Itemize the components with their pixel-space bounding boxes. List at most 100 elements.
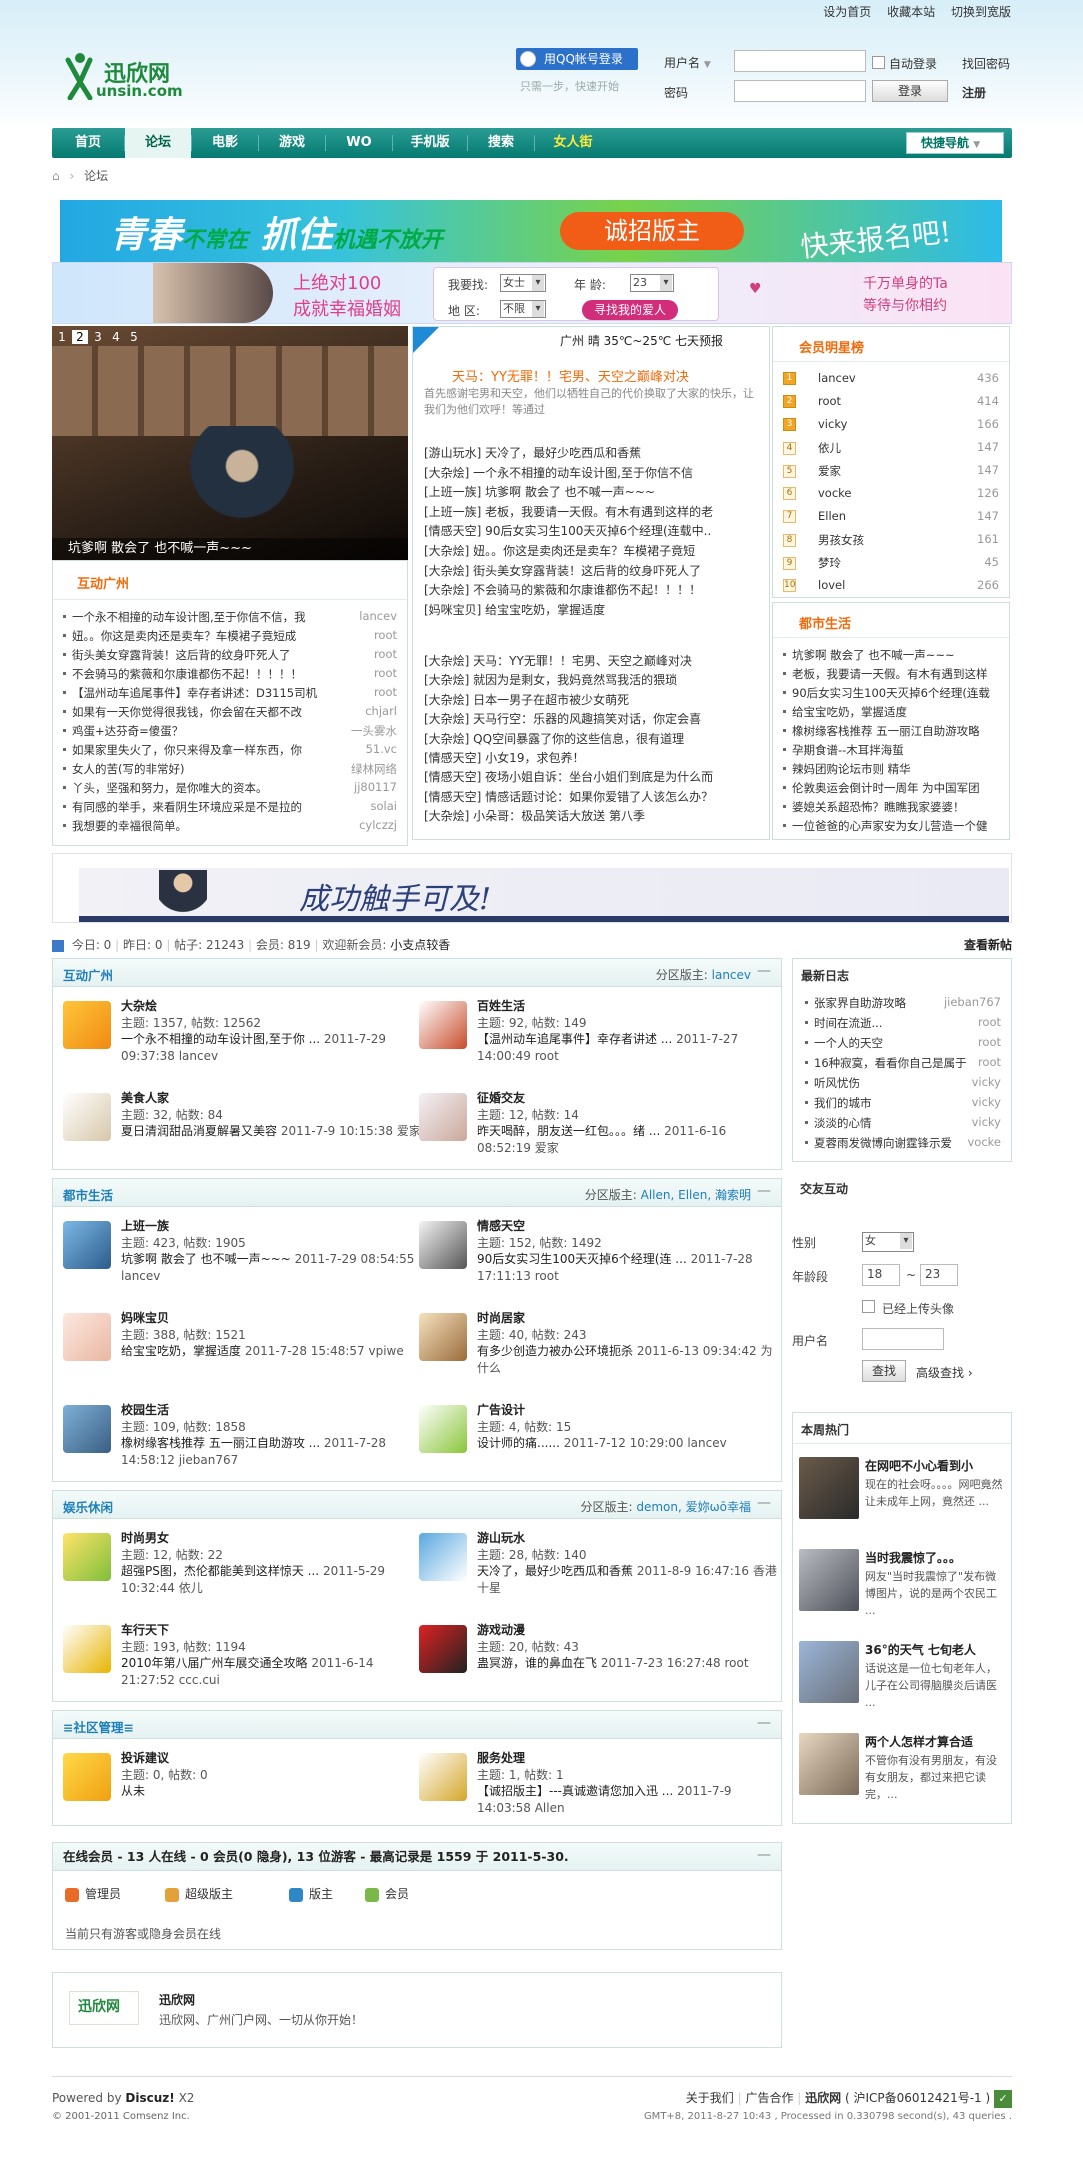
blog-item-title[interactable]: 时间在流逝... <box>814 1016 882 1030</box>
moderators-names[interactable]: lancev <box>712 968 751 982</box>
username-input[interactable] <box>734 50 866 72</box>
news-item[interactable]: [大杂烩] 天马：YY无罪！！宅男、天空之巅峰对决 <box>424 652 764 669</box>
rank-row[interactable]: 2 root 414 <box>783 394 999 408</box>
list-item[interactable]: 妞。。你这是卖肉还是卖车？车模裙子竟短成 root <box>63 628 397 644</box>
hot-item-title[interactable]: 当时我震惊了。。。 <box>865 1549 961 1566</box>
chevron-down-icon[interactable]: ▼ <box>704 60 711 70</box>
section-header[interactable]: 娱乐休闲 分区版主: demon, 爱妳ωō幸福 — <box>53 1491 781 1519</box>
list-item-title[interactable]: 如果家里失火了，你只来得及拿一样东西，你 <box>72 743 302 757</box>
news-item[interactable]: [情感天空] 夜场小姐自诉：坐台小姐们到底是为什么而 <box>424 768 764 785</box>
list-item[interactable]: 鸡蛋+达芬奇=傻蛋？ 一头雾水 <box>63 723 397 739</box>
blog-item-title[interactable]: 张家界自助游攻略 <box>814 996 906 1010</box>
section-header[interactable]: 互动广州 分区版主: lancev — <box>53 959 781 987</box>
list-item-author[interactable]: solai <box>371 799 397 813</box>
news-item[interactable]: [大杂烩] 就因为是剩女，我妈竟然骂我活的猥琐 <box>424 671 764 688</box>
forum-name[interactable]: 妈咪宝贝 <box>121 1309 169 1326</box>
list-item-title[interactable]: 婆媳关系超恐怖？瞧瞧我家婆婆！ <box>792 800 965 814</box>
list-item-author[interactable]: cylczzj <box>359 818 397 832</box>
news-item[interactable]: [大杂烩] 小朵哥：极品笑话大放送 第八季 <box>424 807 764 824</box>
area-select[interactable]: 不限 <box>500 300 546 318</box>
news-item[interactable]: [情感天空] 小女19，求包养！ <box>424 749 764 766</box>
last-post-title[interactable]: 天冷了，最好少吃西瓜和香蕉 <box>477 1564 633 1578</box>
list-item-title[interactable]: 不会骑马的紫薇和尔康谁都伤不起！！！！！ <box>72 667 302 681</box>
autologin-checkbox[interactable] <box>872 56 885 69</box>
list-item-title[interactable]: 有同感的举手，来看阴生环境应采是不是拉的 <box>72 800 302 814</box>
collapse-icon[interactable]: — <box>757 1183 771 1199</box>
list-item-title[interactable]: 丫头，坚强和努力，是你唯大的资本。 <box>72 781 268 795</box>
slide-caption[interactable]: 坑爹啊 散会了 也不喊一声~~~ <box>52 538 408 560</box>
list-item-title[interactable]: 如果有一天你觉得很我钱，你会留在天都不改 <box>72 705 302 719</box>
forum-icon[interactable] <box>419 1093 467 1141</box>
news-item[interactable]: [大杂烩] 天马行空：乐器的风趣搞笑对话，你定会喜 <box>424 710 764 727</box>
forum-name[interactable]: 时尚男女 <box>121 1529 169 1546</box>
rank-member-name[interactable]: 爱家 <box>818 464 841 478</box>
rank-member-name[interactable]: vocke <box>818 486 852 500</box>
rank-row[interactable]: 5 爱家 147 <box>783 463 999 479</box>
forum-icon[interactable] <box>419 1405 467 1453</box>
last-post-title[interactable]: 橡树缘客栈推荐 五一丽江自助游攻 ... <box>121 1436 320 1450</box>
hot-item-image[interactable] <box>799 1733 859 1795</box>
section-title[interactable]: 娱乐休闲 <box>63 1497 113 1516</box>
badge-icon[interactable]: ✓ <box>994 2089 1012 2108</box>
forum-name[interactable]: 投诉建议 <box>121 1749 169 1766</box>
list-item[interactable]: 如果家里失火了，你只来得及拿一样东西，你 51.vc <box>63 742 397 758</box>
forum-icon[interactable] <box>63 1405 111 1453</box>
list-item-author[interactable]: 51.vc <box>366 742 397 756</box>
wide-layout-link[interactable]: 切换到宽版 <box>951 5 1011 19</box>
weather[interactable]: 广州 晴 35℃~25℃ 七天预报 <box>560 332 723 349</box>
list-item-title[interactable]: 女人的苦(写的非常好) <box>72 762 184 776</box>
list-item[interactable]: 老板，我要请一天假。有木有遇到这样 <box>783 666 1001 682</box>
nav-wo[interactable]: WO <box>326 128 392 158</box>
hot-item-image[interactable] <box>799 1549 859 1611</box>
list-item[interactable]: 橡树缘客栈推荐 五一丽江自助游攻略 <box>783 723 1001 739</box>
last-post-title[interactable]: 夏日清润甜品消夏解暑又美容 <box>121 1124 277 1138</box>
list-item-author[interactable]: root <box>374 666 397 680</box>
about-link[interactable]: 关于我们 <box>686 2091 734 2105</box>
news-item[interactable]: [游山玩水] 天冷了，最好少吃西瓜和香蕉 <box>424 444 764 461</box>
bookmark-link[interactable]: 收藏本站 <box>887 5 935 19</box>
forum-name[interactable]: 广告设计 <box>477 1401 525 1418</box>
news-item[interactable]: [上班一族] 老板，我要请一天假。有木有遇到这样的老 <box>424 503 764 520</box>
list-item[interactable]: 街头美女穿露背装！这后背的纹身吓死人了 root <box>63 647 397 663</box>
forum-name[interactable]: 百姓生活 <box>477 997 525 1014</box>
list-item-title[interactable]: 我想要的幸福很简单。 <box>72 819 187 833</box>
list-item[interactable]: 女人的苦(写的非常好) 绿林网络 <box>63 761 397 777</box>
home-icon[interactable]: ⌂ <box>52 169 60 183</box>
news-item[interactable]: [上班一族] 坑爹啊 散会了 也不喊一声~~~ <box>424 483 764 500</box>
slide-dot-1[interactable]: 1 <box>54 330 70 344</box>
friend-name[interactable]: 迅欣网 <box>159 1991 195 2008</box>
slide-dot-2[interactable]: 2 <box>72 330 88 344</box>
hot-item-title[interactable]: 36°的天气 七旬老人 <box>865 1641 976 1658</box>
rank-row[interactable]: 1 lancev 436 <box>783 371 999 385</box>
rank-member-name[interactable]: 梦玲 <box>818 556 841 570</box>
forum-name[interactable]: 上班一族 <box>121 1217 169 1234</box>
last-post-title[interactable]: 从未 <box>121 1784 145 1798</box>
forum-name[interactable]: 大杂烩 <box>121 997 157 1014</box>
hot-item[interactable]: 两个人怎样才算合适 不管你有没有男朋友，有没有女朋友，都过来把它读完，... <box>799 1733 1009 1801</box>
slide-dot-5[interactable]: 5 <box>126 330 142 344</box>
icp-link[interactable]: ( 沪ICP备06012421号-1 ) <box>845 2091 990 2105</box>
nav-movie[interactable]: 电影 <box>192 128 258 158</box>
section-title[interactable]: 都市生活 <box>63 1185 113 1204</box>
collapse-icon[interactable]: — <box>757 1847 771 1863</box>
news-item[interactable]: [大杂烩] 日本一男子在超市被少女萌死 <box>424 691 764 708</box>
news-item[interactable]: [大杂烩] 妞。。你这是卖肉还是卖车？车模裙子竟短 <box>424 542 764 559</box>
nav-game[interactable]: 游戏 <box>259 128 325 158</box>
blog-item-author[interactable]: root <box>978 1035 1001 1049</box>
forum-name[interactable]: 游戏动漫 <box>477 1621 525 1638</box>
nav-home[interactable]: 首页 <box>52 128 124 158</box>
list-item[interactable]: 一个永不相撞的动车设计图,至于你信不信，我 lancev <box>63 609 397 625</box>
rank-row[interactable]: 7 Ellen 147 <box>783 509 999 523</box>
forum-name[interactable]: 征婚交友 <box>477 1089 525 1106</box>
section-header[interactable]: ≡社区管理≡ — <box>53 1711 781 1739</box>
news-item[interactable]: [大杂烩] QQ空间暴露了你的这些信息，很有道理 <box>424 730 764 747</box>
blog-item-author[interactable]: vicky <box>972 1115 1001 1129</box>
forum-icon[interactable] <box>419 1221 467 1269</box>
list-item-author[interactable]: root <box>374 628 397 642</box>
news-item[interactable]: [大杂烩] 不会骑马的紫薇和尔康谁都伤不起！！！！ <box>424 581 764 598</box>
section-title[interactable]: 互动广州 <box>63 965 113 984</box>
last-post-title[interactable]: 有多少创造力被办公环境扼杀 <box>477 1344 633 1358</box>
list-item[interactable]: 辣妈团购论坛市则 精华 <box>783 761 1001 777</box>
rank-member-name[interactable]: Ellen <box>818 509 846 523</box>
forum-icon[interactable] <box>63 1093 111 1141</box>
